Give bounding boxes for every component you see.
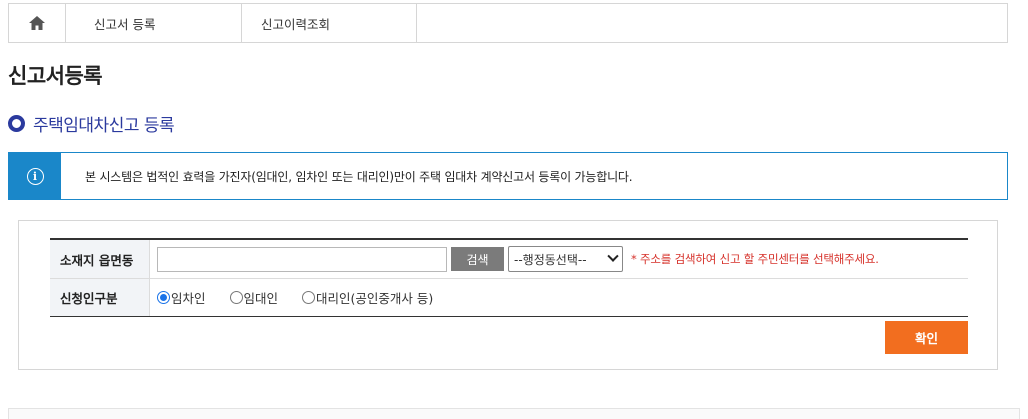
radio-landlord-dot[interactable]: [229, 291, 243, 304]
chevron-down-icon: [607, 250, 619, 262]
applicant-row: 신청인구분 임차인 임대인 대리인(공인중개사 등): [50, 278, 968, 316]
applicant-radio-group: 임차인 임대인 대리인(공인중개사 등): [150, 279, 968, 316]
radio-agent[interactable]: 대리인(공인중개사 등): [302, 288, 433, 307]
address-input[interactable]: [157, 246, 447, 272]
address-row: 소재지 읍면동 검색 --행정동선택-- * 주소를 검색하여 신고 할 주민센…: [50, 240, 968, 278]
notice-text: 본 시스템은 법적인 효력을 가진자(임대인, 임차인 또는 대리인)만이 주택…: [85, 169, 633, 184]
footer-strip: [8, 408, 1020, 419]
address-hint: * 주소를 검색하여 신고 할 주민센터를 선택해주세요.: [631, 252, 879, 266]
breadcrumb: 신고서 등록 신고이력조회: [8, 3, 1008, 43]
form-table: 소재지 읍면동 검색 --행정동선택-- * 주소를 검색하여 신고 할 주민센…: [50, 238, 968, 317]
radio-landlord[interactable]: 임대인: [229, 288, 279, 307]
search-button[interactable]: 검색: [451, 247, 504, 271]
notice-icon-box: i: [9, 153, 61, 199]
section-title: 주택임대차신고 등록: [8, 111, 175, 136]
confirm-button[interactable]: 확인: [885, 321, 968, 354]
radio-tenant[interactable]: 임차인: [157, 288, 206, 307]
ring-bullet-icon: [8, 115, 25, 132]
info-icon: i: [26, 167, 44, 185]
home-button[interactable]: [9, 4, 66, 42]
radio-tenant-label: 임차인: [171, 291, 206, 306]
section-title-text: 주택임대차신고 등록: [33, 116, 175, 136]
home-icon: [29, 16, 45, 30]
breadcrumb-item-report-register[interactable]: 신고서 등록: [66, 4, 242, 42]
notice-banner: i 본 시스템은 법적인 효력을 가진자(임대인, 임차인 또는 대리인)만이 …: [8, 152, 1008, 200]
radio-agent-dot[interactable]: [302, 291, 316, 304]
form-panel: 소재지 읍면동 검색 --행정동선택-- * 주소를 검색하여 신고 할 주민센…: [18, 220, 998, 370]
dong-select-value: --행정동선택--: [514, 252, 587, 267]
breadcrumb-item-report-history[interactable]: 신고이력조회: [242, 4, 417, 42]
radio-landlord-label: 임대인: [243, 291, 279, 306]
radio-tenant-dot[interactable]: [157, 291, 170, 304]
address-label: 소재지 읍면동: [50, 240, 150, 278]
page-title: 신고서등록: [8, 64, 103, 88]
radio-agent-label: 대리인(공인중개사 등): [316, 291, 434, 306]
dong-select[interactable]: --행정동선택--: [508, 246, 623, 272]
applicant-label: 신청인구분: [50, 279, 150, 316]
